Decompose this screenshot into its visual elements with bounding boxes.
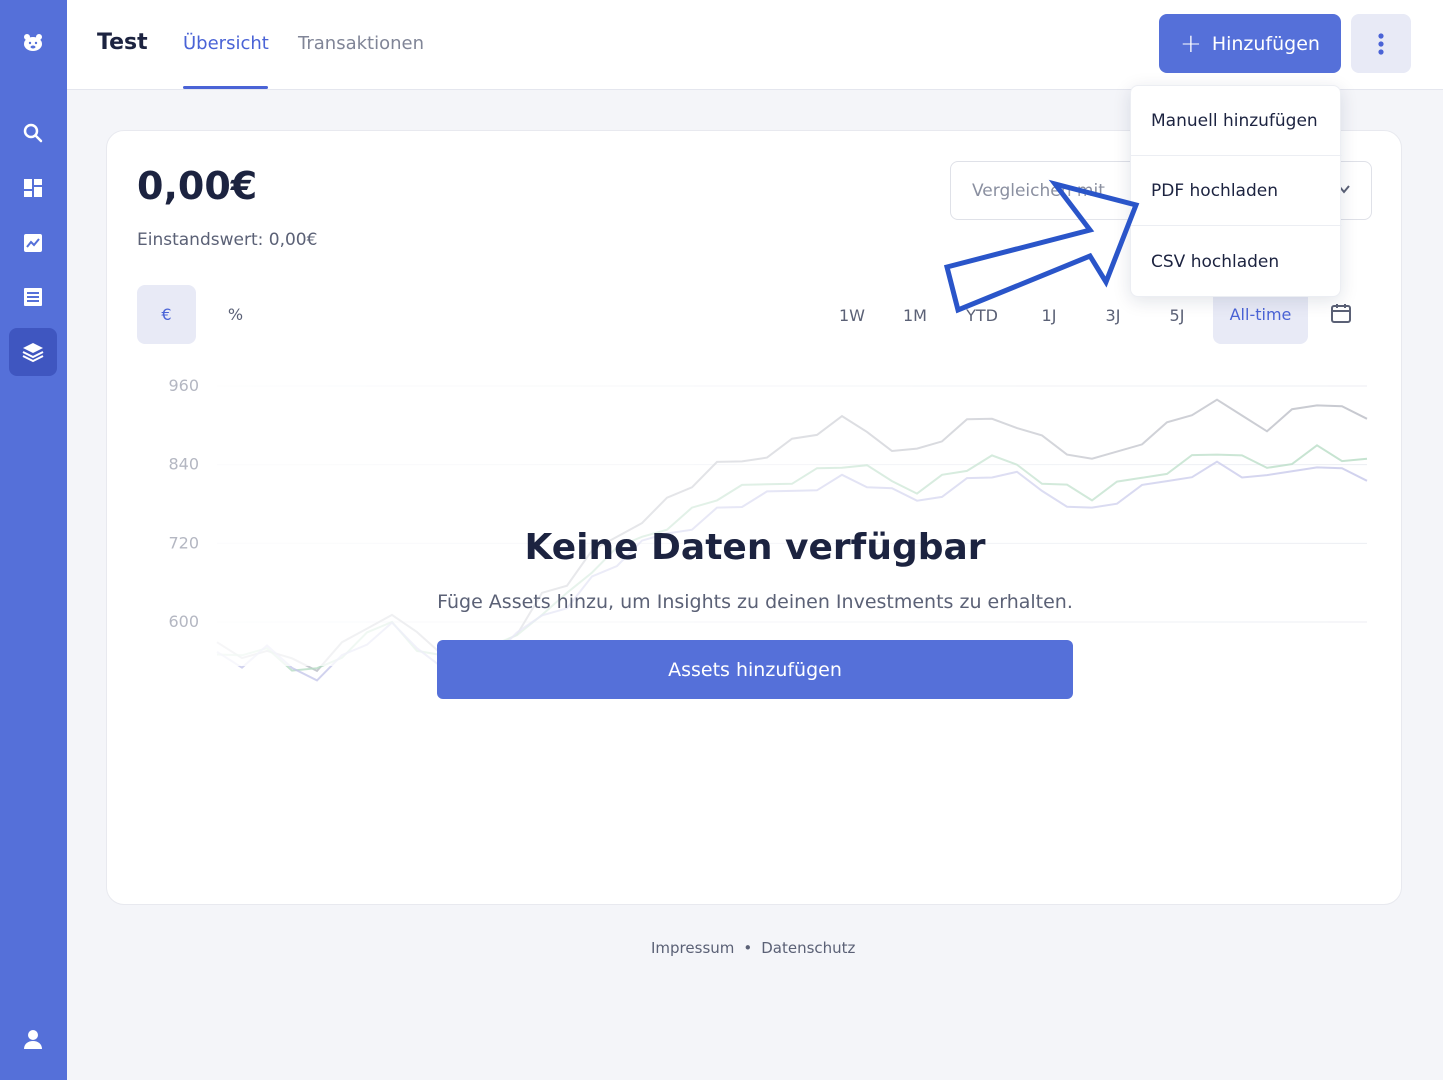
calendar-icon[interactable] — [1329, 301, 1353, 325]
search-icon[interactable] — [9, 109, 57, 157]
plus-icon: + — [1180, 28, 1202, 59]
tab-overview[interactable]: Übersicht — [183, 33, 269, 54]
dashboard-icon[interactable] — [9, 164, 57, 212]
range-ytd[interactable]: YTD — [957, 295, 1007, 335]
chart-area: 960 840 720 600 — [157, 366, 1368, 682]
impressum-link[interactable]: Impressum — [651, 939, 734, 957]
user-icon[interactable] — [9, 1015, 57, 1063]
background-chart: 960840720600 — [168, 366, 1368, 682]
add-assets-button[interactable]: Assets hinzufügen — [437, 640, 1073, 699]
menu-item-manual[interactable]: Manuell hinzufügen — [1131, 86, 1342, 156]
range-3j[interactable]: 3J — [1088, 295, 1138, 335]
page-title: Test — [97, 30, 148, 55]
empty-state-subtitle: Füge Assets hinzu, um Insights zu deinen… — [437, 591, 1073, 613]
y-tick-label: 600 — [168, 612, 199, 631]
toggle-percent[interactable]: % — [206, 285, 265, 344]
y-tick-label: 960 — [168, 376, 199, 395]
range-1j[interactable]: 1J — [1024, 295, 1074, 335]
layers-icon[interactable] — [9, 328, 57, 376]
toggle-currency[interactable]: € — [137, 285, 196, 344]
vertical-dots-icon — [1378, 32, 1384, 55]
add-button[interactable]: + Hinzufügen — [1159, 14, 1341, 73]
datenschutz-link[interactable]: Datenschutz — [761, 939, 855, 957]
top-header: Test Übersicht Transaktionen + Hinzufüge… — [67, 0, 1443, 90]
range-5j[interactable]: 5J — [1152, 295, 1202, 335]
footer-separator: • — [743, 939, 753, 957]
range-1w[interactable]: 1W — [827, 295, 877, 335]
bear-logo-icon[interactable] — [9, 19, 57, 67]
range-1m[interactable]: 1M — [890, 295, 940, 335]
more-options-button[interactable] — [1351, 14, 1411, 73]
portfolio-value: 0,00€ — [137, 164, 258, 208]
tab-transactions[interactable]: Transaktionen — [298, 33, 424, 54]
y-tick-label: 840 — [168, 455, 199, 474]
sidebar — [0, 0, 67, 1080]
chart-fade-overlay — [207, 366, 1367, 666]
footer: Impressum • Datenschutz — [651, 939, 855, 957]
list-icon[interactable] — [9, 273, 57, 321]
compare-placeholder: Vergleichen mit — [972, 180, 1105, 201]
empty-state-title: Keine Daten verfügbar — [524, 527, 986, 568]
active-tab-indicator — [183, 86, 268, 89]
menu-item-pdf-upload[interactable]: PDF hochladen — [1131, 156, 1342, 226]
add-button-label: Hinzufügen — [1211, 32, 1320, 55]
cost-basis: Einstandswert: 0,00€ — [137, 230, 318, 250]
chart-line-icon[interactable] — [9, 219, 57, 267]
menu-item-csv-upload[interactable]: CSV hochladen — [1131, 227, 1342, 297]
add-menu-dropdown: Manuell hinzufügen PDF hochladen CSV hoc… — [1130, 85, 1342, 297]
